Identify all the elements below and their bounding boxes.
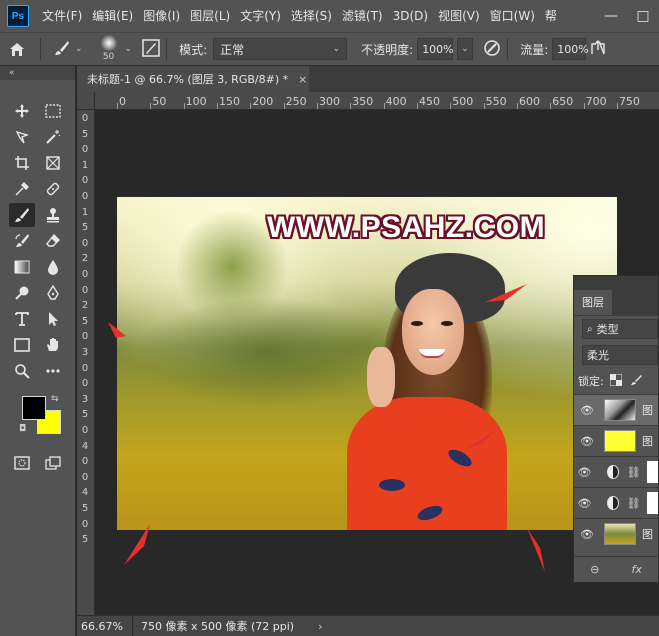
red-arrow-icon — [108, 322, 126, 338]
foreground-color-swatch[interactable] — [22, 396, 46, 420]
layer-row[interactable]: 👁 ⛓ — [574, 487, 658, 518]
layer-mask-thumbnail[interactable] — [646, 492, 658, 514]
visibility-eye-icon[interactable]: 👁 — [574, 528, 600, 541]
lock-transparent-icon[interactable] — [609, 373, 623, 389]
layer-name: 图 — [642, 404, 653, 417]
panel-tab-bar: 图层 — [574, 290, 658, 316]
red-arrow-icon — [124, 524, 150, 565]
panel-header[interactable] — [574, 276, 658, 290]
status-menu-arrow-icon[interactable]: › — [318, 620, 322, 633]
layers-panel-footer: ⊖ fx — [574, 556, 658, 582]
visibility-eye-icon[interactable]: 👁 — [574, 435, 600, 448]
fx-icon[interactable]: fx — [632, 563, 642, 576]
layer-thumbnail — [604, 430, 636, 452]
layer-thumbnail — [604, 399, 636, 421]
red-arrow-icon — [485, 284, 527, 302]
link-layers-icon[interactable]: ⊖ — [590, 563, 599, 576]
layer-filter-value: 类型 — [596, 323, 619, 336]
lock-brush-icon[interactable] — [630, 374, 642, 389]
layer-row[interactable]: 👁 ⛓ — [574, 456, 658, 487]
link-icon[interactable]: ⛓ — [627, 466, 641, 479]
layer-blend-mode-value: 柔光 — [587, 349, 609, 362]
layer-row[interactable]: 👁 图 — [574, 518, 658, 549]
visibility-eye-icon[interactable]: 👁 — [574, 466, 595, 479]
adjustment-layer-icon — [607, 496, 619, 510]
layer-thumbnail — [604, 523, 636, 545]
layer-name: 图 — [642, 528, 653, 541]
search-icon: ⌕ — [587, 323, 593, 335]
lock-label: 锁定: — [578, 375, 604, 388]
red-arrow-icon — [527, 528, 545, 572]
layer-name: 图 — [642, 435, 653, 448]
visibility-eye-icon[interactable]: 👁 — [574, 497, 595, 510]
layer-mask-thumbnail[interactable] — [646, 461, 658, 483]
document-info: 750 像素 x 500 像素 (72 ppi) — [141, 620, 295, 633]
annotation-arrows — [108, 284, 545, 572]
zoom-level-field[interactable]: 66.67% — [77, 615, 133, 636]
layer-row[interactable]: 👁 图 — [574, 425, 658, 456]
layer-filter-select[interactable]: ⌕ 类型 — [582, 319, 658, 339]
red-arrow-icon — [466, 430, 496, 449]
adjustment-layer-icon — [607, 465, 619, 479]
tab-layers[interactable]: 图层 — [574, 290, 612, 316]
status-bar: 66.67% 750 像素 x 500 像素 (72 ppi) › — [77, 615, 659, 636]
layers-panel: 图层 ⌕ 类型 柔光 锁定: 👁 图 👁 图 👁 ⛓ 👁 ⛓ 👁 图 ⊖ fx — [573, 275, 659, 583]
layer-blend-mode-select[interactable]: 柔光 — [582, 345, 658, 365]
visibility-eye-icon[interactable]: 👁 — [574, 404, 600, 417]
link-icon[interactable]: ⛓ — [627, 497, 641, 510]
layer-row[interactable]: 👁 图 — [574, 394, 658, 425]
